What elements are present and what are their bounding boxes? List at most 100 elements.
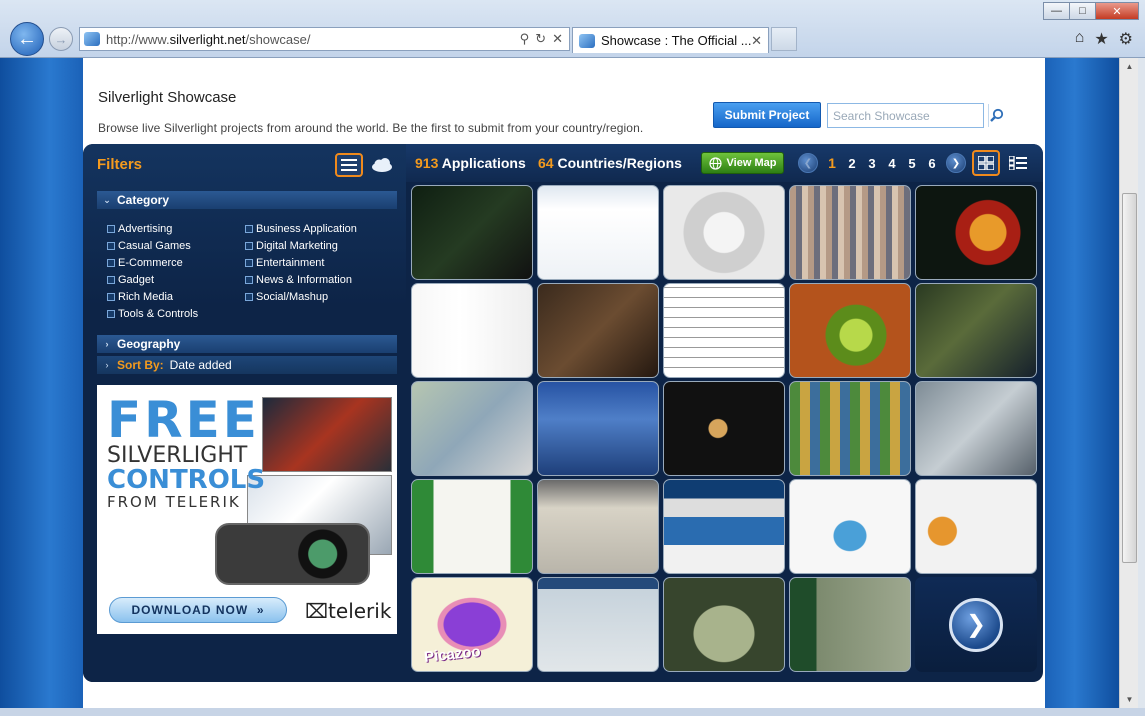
page-content: Silverlight Showcase Browse live Silverl… bbox=[83, 58, 1045, 708]
submit-project-button[interactable]: Submit Project bbox=[713, 102, 821, 128]
showcase-thumbnail[interactable] bbox=[663, 381, 785, 476]
next-page-tile[interactable]: ❯ bbox=[915, 577, 1037, 672]
close-icon[interactable]: ✕ bbox=[1095, 2, 1139, 20]
category-option[interactable]: Entertainment bbox=[245, 256, 395, 269]
showcase-thumbnail[interactable] bbox=[663, 479, 785, 574]
showcase-thumbnail[interactable] bbox=[411, 283, 533, 378]
gear-icon[interactable]: ⚙ bbox=[1119, 29, 1133, 49]
grid-view-icon[interactable] bbox=[972, 150, 1000, 176]
showcase-thumbnail[interactable] bbox=[537, 577, 659, 672]
next-page-icon[interactable]: ❯ bbox=[946, 153, 966, 173]
view-map-button[interactable]: View Map bbox=[701, 152, 784, 174]
checkbox-icon[interactable] bbox=[107, 292, 115, 301]
search-input[interactable] bbox=[828, 108, 988, 123]
showcase-thumbnail[interactable] bbox=[789, 479, 911, 574]
scroll-thumb[interactable] bbox=[1122, 193, 1137, 563]
category-option[interactable]: Gadget bbox=[107, 273, 245, 286]
picazoo-logo: Picazoo bbox=[423, 643, 482, 666]
detail-list-view-icon[interactable] bbox=[1004, 150, 1032, 176]
browser-tab[interactable]: Showcase : The Official ... ✕ bbox=[572, 27, 769, 53]
showcase-thumbnail[interactable] bbox=[411, 381, 533, 476]
page-link-1[interactable]: 1 bbox=[826, 155, 838, 171]
new-tab-button[interactable] bbox=[771, 27, 797, 51]
address-bar[interactable]: http://www.silverlight.net/showcase/ ⚲ ↻… bbox=[79, 27, 570, 51]
showcase-thumbnail[interactable] bbox=[537, 185, 659, 280]
showcase-thumbnail[interactable] bbox=[411, 185, 533, 280]
checkbox-icon[interactable] bbox=[245, 275, 253, 284]
checkbox-icon[interactable] bbox=[107, 241, 115, 250]
page-background-right bbox=[1045, 58, 1119, 716]
telerik-advertisement[interactable]: FREE SILVERLIGHT CONTROLS FROM TELERIK D… bbox=[97, 385, 397, 634]
scroll-down-icon[interactable]: ▼ bbox=[1121, 691, 1138, 708]
minimize-icon[interactable]: — bbox=[1043, 2, 1069, 20]
checkbox-icon[interactable] bbox=[245, 258, 253, 267]
showcase-thumbnail[interactable] bbox=[537, 479, 659, 574]
showcase-thumbnail[interactable] bbox=[789, 381, 911, 476]
showcase-thumbnail[interactable] bbox=[537, 283, 659, 378]
category-option[interactable]: Tools & Controls bbox=[107, 307, 245, 320]
home-icon[interactable]: ⌂ bbox=[1075, 29, 1085, 49]
category-option[interactable]: Rich Media bbox=[107, 290, 245, 303]
address-url[interactable]: http://www.silverlight.net/showcase/ bbox=[106, 32, 520, 47]
tab-close-icon[interactable]: ✕ bbox=[751, 33, 768, 49]
geography-section-header[interactable]: › Geography bbox=[97, 335, 397, 353]
back-button[interactable]: ← bbox=[10, 22, 44, 56]
page-link-3[interactable]: 3 bbox=[866, 156, 878, 171]
showcase-thumbnail[interactable] bbox=[663, 185, 785, 280]
showcase-thumbnail[interactable] bbox=[411, 479, 533, 574]
page-link-2[interactable]: 2 bbox=[846, 156, 858, 171]
showcase-thumbnail[interactable] bbox=[537, 381, 659, 476]
tag-cloud-icon[interactable] bbox=[369, 153, 395, 177]
chevron-right-icon: › bbox=[105, 339, 109, 349]
sort-by-control[interactable]: › Sort By: Date added bbox=[97, 356, 397, 374]
previous-page-icon[interactable]: ❮ bbox=[798, 153, 818, 173]
checkbox-icon[interactable] bbox=[107, 224, 115, 233]
checkbox-icon[interactable] bbox=[245, 224, 253, 233]
checkbox-icon[interactable] bbox=[107, 258, 115, 267]
forward-button[interactable]: → bbox=[49, 27, 73, 51]
application-count: 913 Applications bbox=[415, 155, 526, 171]
checkbox-icon[interactable] bbox=[245, 292, 253, 301]
vertical-scrollbar[interactable]: ▲ ▼ bbox=[1119, 58, 1138, 708]
telerik-logo: ⌧telerik bbox=[305, 599, 392, 623]
showcase-thumbnail[interactable] bbox=[915, 479, 1037, 574]
showcase-thumbnail[interactable] bbox=[789, 185, 911, 280]
category-option[interactable]: News & Information bbox=[245, 273, 395, 286]
showcase-thumbnail[interactable] bbox=[915, 381, 1037, 476]
category-option[interactable]: Digital Marketing bbox=[245, 239, 395, 252]
category-option[interactable]: E-Commerce bbox=[107, 256, 245, 269]
telerik-mark-icon: ⌧ bbox=[305, 599, 329, 623]
showcase-thumbnail[interactable] bbox=[915, 185, 1037, 280]
category-option[interactable]: Business Application bbox=[245, 222, 395, 235]
page-link-5[interactable]: 5 bbox=[906, 156, 918, 171]
showcase-thumbnail[interactable] bbox=[663, 283, 785, 378]
chevron-right-icon: › bbox=[105, 360, 109, 370]
checkbox-icon[interactable] bbox=[107, 275, 115, 284]
stop-icon[interactable]: ✕ bbox=[552, 31, 563, 47]
category-option[interactable]: Advertising bbox=[107, 222, 245, 235]
page-link-4[interactable]: 4 bbox=[886, 156, 898, 171]
showcase-thumbnail[interactable]: Picazoo bbox=[411, 577, 533, 672]
chevron-right-icon[interactable]: ❯ bbox=[949, 597, 1003, 652]
category-option[interactable]: Casual Games bbox=[107, 239, 245, 252]
search-button[interactable] bbox=[988, 104, 1004, 127]
star-icon[interactable]: ★ bbox=[1094, 29, 1108, 49]
list-view-icon[interactable] bbox=[335, 153, 363, 177]
checkbox-icon[interactable] bbox=[245, 241, 253, 250]
maximize-icon[interactable]: □ bbox=[1069, 2, 1095, 20]
showcase-thumbnail[interactable] bbox=[789, 283, 911, 378]
scroll-up-icon[interactable]: ▲ bbox=[1121, 58, 1138, 75]
showcase-thumbnail[interactable] bbox=[789, 577, 911, 672]
showcase-thumbnail[interactable] bbox=[915, 283, 1037, 378]
site-favicon-icon bbox=[84, 32, 100, 46]
browser-chrome: — □ ✕ ← → http://www.silverlight.net/sho… bbox=[0, 0, 1145, 58]
showcase-thumbnail[interactable] bbox=[663, 577, 785, 672]
download-now-button[interactable]: DOWNLOAD NOW » bbox=[109, 597, 287, 623]
checkbox-icon[interactable] bbox=[107, 309, 115, 318]
window-controls: — □ ✕ bbox=[1043, 2, 1139, 20]
page-link-6[interactable]: 6 bbox=[926, 156, 938, 171]
category-section-header[interactable]: ⌄ Category bbox=[97, 191, 397, 209]
refresh-icon[interactable]: ↻ bbox=[535, 31, 546, 47]
category-option[interactable]: Social/Mashup bbox=[245, 290, 395, 303]
search-icon[interactable]: ⚲ bbox=[520, 31, 530, 47]
